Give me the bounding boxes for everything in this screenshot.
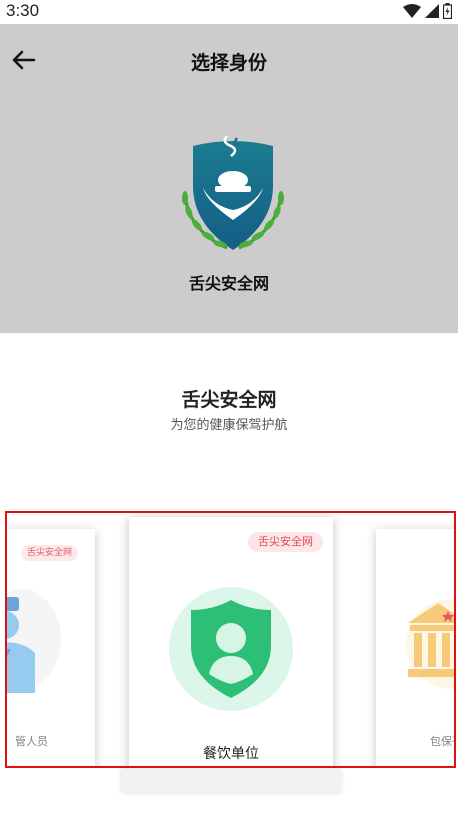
card-icon-circle bbox=[169, 587, 293, 711]
card-shadow bbox=[120, 768, 342, 792]
wifi-icon bbox=[403, 4, 421, 18]
battery-icon bbox=[443, 3, 452, 19]
shield-user-icon bbox=[191, 600, 271, 698]
identity-card-right[interactable]: 包保干 bbox=[376, 529, 454, 766]
status-time: 3:30 bbox=[6, 1, 40, 20]
food-safety-logo bbox=[182, 135, 284, 250]
identity-carousel[interactable]: 舌尖安全网 管人员 舌尖安全网 餐饮单位 包保 bbox=[5, 511, 456, 768]
card-label: 包保干 bbox=[430, 735, 454, 748]
cell-signal-icon bbox=[425, 4, 439, 18]
identity-card-left[interactable]: 舌尖安全网 管人员 bbox=[7, 529, 95, 766]
card-tag: 舌尖安全网 bbox=[248, 532, 323, 552]
card-tag: 舌尖安全网 bbox=[21, 545, 79, 561]
app-name: 舌尖安全网 bbox=[188, 274, 269, 293]
card-label: 管人员 bbox=[15, 735, 48, 748]
header-banner: 选择身份 舌尖安全网 bbox=[0, 24, 458, 333]
identity-card-restaurant[interactable]: 舌尖安全网 餐饮单位 bbox=[129, 517, 333, 766]
officer-icon bbox=[7, 597, 35, 693]
status-bar: 3:30 bbox=[0, 0, 458, 24]
card-label: 餐饮单位 bbox=[203, 746, 259, 762]
government-building-icon bbox=[408, 603, 454, 677]
hero-title: 舌尖安全网 bbox=[181, 389, 277, 411]
status-icons bbox=[403, 3, 452, 19]
page-title: 选择身份 bbox=[190, 52, 267, 74]
hero-subtitle: 为您的健康保驾护航 bbox=[170, 418, 288, 433]
